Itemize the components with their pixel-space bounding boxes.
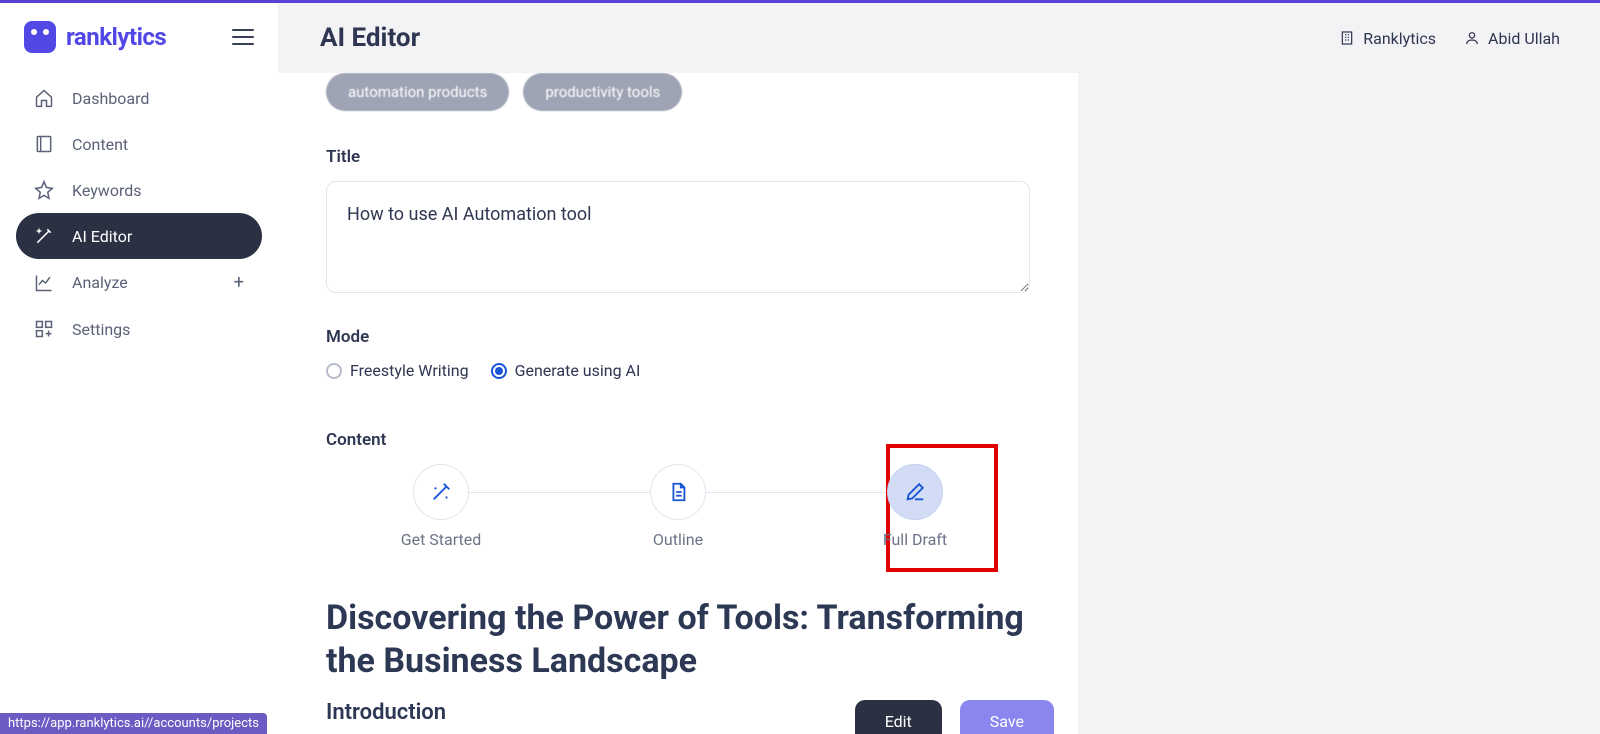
home-icon bbox=[34, 88, 54, 108]
radio-label: Freestyle Writing bbox=[350, 361, 469, 380]
step-outline[interactable]: Outline bbox=[613, 464, 743, 549]
page-title: AI Editor bbox=[320, 23, 420, 53]
document-icon bbox=[667, 481, 689, 503]
mode-radio-ai[interactable]: Generate using AI bbox=[491, 361, 641, 380]
sidebar-item-label: Settings bbox=[72, 320, 130, 339]
header: AI Editor Ranklytics Abid Ullah bbox=[278, 3, 1600, 73]
editor-card: automation products productivity tools T… bbox=[278, 73, 1078, 734]
step-full-draft[interactable]: Full Draft bbox=[850, 464, 980, 549]
keyword-tag[interactable]: automation products bbox=[326, 73, 509, 111]
sidebar-item-keywords[interactable]: Keywords bbox=[16, 167, 262, 213]
user-menu[interactable]: Abid Ullah bbox=[1464, 29, 1560, 48]
edit-icon bbox=[904, 481, 926, 503]
chart-icon bbox=[34, 273, 54, 293]
title-label: Title bbox=[326, 147, 1030, 167]
sidebar-item-label: Content bbox=[72, 135, 128, 154]
star-icon bbox=[34, 180, 54, 200]
workspace-selector[interactable]: Ranklytics bbox=[1339, 29, 1436, 48]
title-input[interactable] bbox=[326, 181, 1030, 293]
keyword-tag[interactable]: productivity tools bbox=[523, 73, 682, 111]
user-name: Abid Ullah bbox=[1488, 29, 1560, 48]
brand-icon bbox=[24, 21, 56, 53]
sidebar-item-label: Dashboard bbox=[72, 89, 149, 108]
radio-icon bbox=[491, 363, 507, 379]
mode-radio-freestyle[interactable]: Freestyle Writing bbox=[326, 361, 469, 380]
sidebar-item-ai-editor[interactable]: AI Editor bbox=[16, 213, 262, 259]
sidebar-item-label: AI Editor bbox=[72, 227, 132, 246]
radio-label: Generate using AI bbox=[515, 361, 641, 380]
step-label: Get Started bbox=[401, 530, 482, 549]
mode-label: Mode bbox=[326, 327, 1030, 347]
wand-icon bbox=[430, 481, 452, 503]
step-label: Full Draft bbox=[883, 530, 947, 549]
edit-button[interactable]: Edit bbox=[855, 700, 942, 734]
sidebar-item-label: Analyze bbox=[72, 273, 128, 292]
building-icon bbox=[1339, 30, 1355, 46]
sidebar-item-dashboard[interactable]: Dashboard bbox=[16, 75, 262, 121]
brand-name: ranklytics bbox=[66, 23, 166, 51]
sidebar-item-analyze[interactable]: Analyze + bbox=[16, 259, 262, 306]
wand-icon bbox=[34, 226, 54, 246]
sidebar-item-settings[interactable]: Settings bbox=[16, 306, 262, 352]
save-button[interactable]: Save bbox=[960, 700, 1054, 734]
sidebar-toggle[interactable] bbox=[232, 29, 254, 45]
content-label: Content bbox=[326, 430, 1030, 450]
grid-icon bbox=[34, 319, 54, 339]
brand-logo[interactable]: ranklytics bbox=[24, 21, 166, 53]
content-stepper: Get Started Outline Full Draft bbox=[326, 464, 1030, 549]
status-bar-url: https://app.ranklytics.ai//accounts/proj… bbox=[0, 713, 267, 734]
content-icon bbox=[34, 134, 54, 154]
step-get-started[interactable]: Get Started bbox=[376, 464, 506, 549]
article-heading: Discovering the Power of Tools: Transfor… bbox=[326, 597, 1030, 682]
sidebar: ranklytics Dashboard Content bbox=[0, 3, 278, 734]
step-label: Outline bbox=[653, 530, 703, 549]
workspace-name: Ranklytics bbox=[1363, 29, 1436, 48]
radio-icon bbox=[326, 363, 342, 379]
plus-icon[interactable]: + bbox=[234, 272, 244, 293]
sidebar-item-content[interactable]: Content bbox=[16, 121, 262, 167]
sidebar-item-label: Keywords bbox=[72, 181, 142, 200]
user-icon bbox=[1464, 30, 1480, 46]
